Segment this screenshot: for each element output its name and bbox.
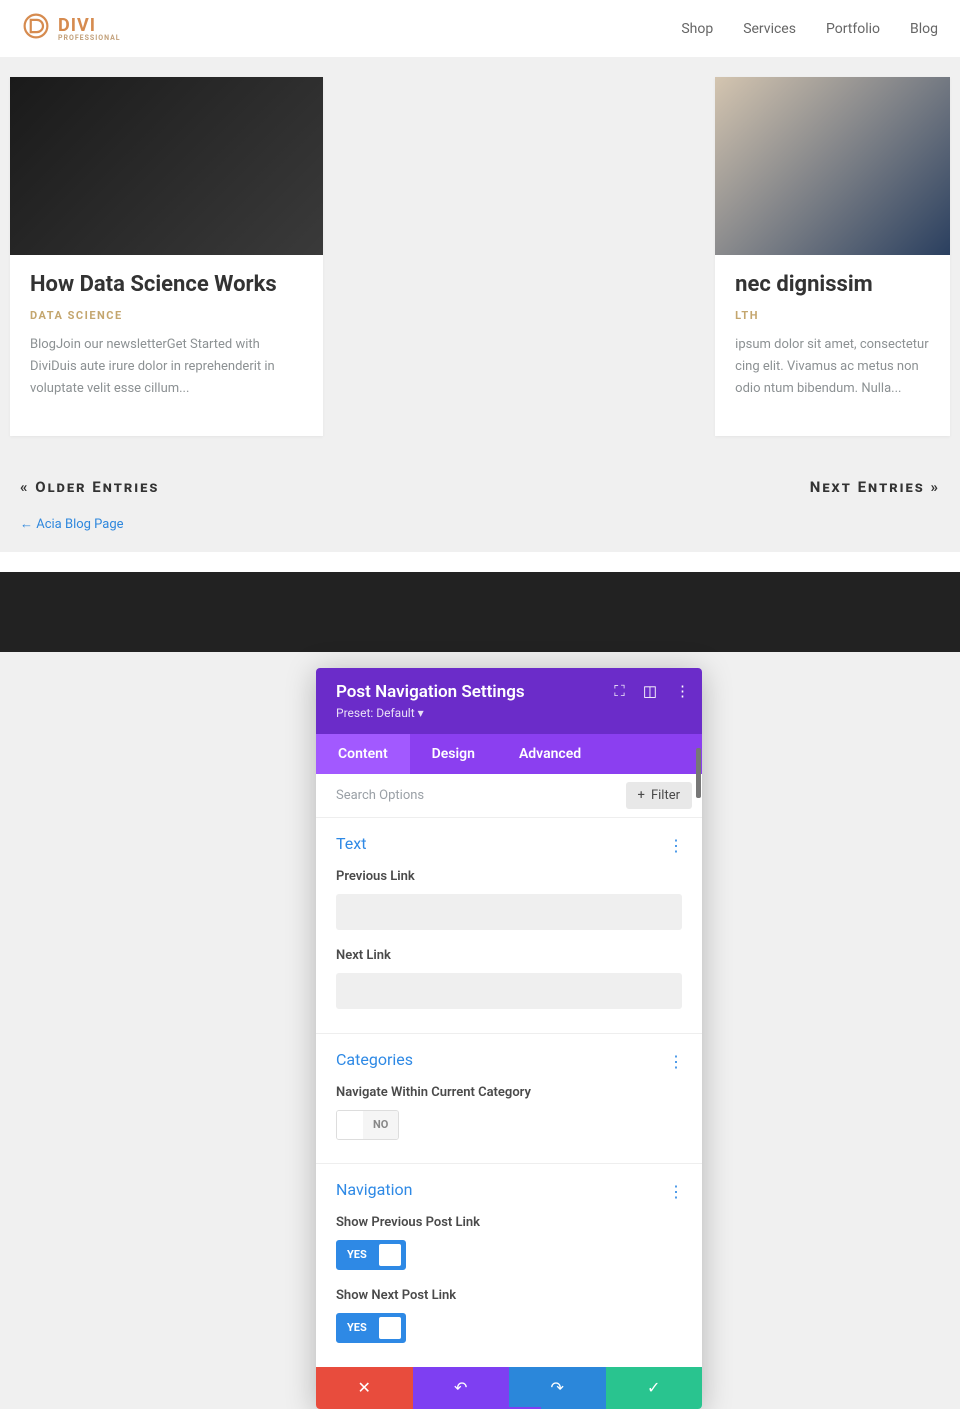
- panel-header[interactable]: Post Navigation Settings Preset: Default…: [316, 668, 702, 734]
- nav-portfolio[interactable]: Portfolio: [826, 21, 880, 37]
- show-previous-toggle[interactable]: YES: [336, 1240, 406, 1270]
- toggle-label: YES: [337, 1241, 375, 1269]
- panel-drag-handle[interactable]: •••: [477, 1407, 541, 1409]
- toggle-knob: [379, 1317, 401, 1339]
- section-text: Text ⋮ Previous Link Next Link: [316, 818, 702, 1034]
- back-link[interactable]: ← Acia Blog Page: [0, 510, 960, 552]
- toggle-label: NO: [363, 1111, 398, 1139]
- blog-grid: How Data Science Works DATA SCIENCE Blog…: [0, 57, 960, 456]
- logo-text: DIVI: [58, 15, 96, 36]
- nav-blog[interactable]: Blog: [910, 21, 938, 37]
- next-link-input[interactable]: [336, 973, 682, 1009]
- next-entries-link[interactable]: Next Entries »: [810, 478, 940, 496]
- section-title[interactable]: Text: [336, 834, 682, 853]
- redo-button[interactable]: ↷: [509, 1367, 606, 1409]
- undo-button[interactable]: ↶: [413, 1367, 510, 1409]
- responsive-icon[interactable]: ◫: [643, 682, 657, 700]
- action-bar: ✕ ↶ ↷ ✓: [316, 1367, 702, 1409]
- nav-services[interactable]: Services: [743, 21, 796, 37]
- blog-card[interactable]: How Data Science Works DATA SCIENCE Blog…: [10, 77, 323, 436]
- field-label: Previous Link: [336, 869, 682, 884]
- search-row: Search Options + Filter: [316, 774, 702, 818]
- tab-content[interactable]: Content: [316, 734, 410, 774]
- panel-preset[interactable]: Preset: Default ▾: [336, 706, 682, 720]
- previous-link-input[interactable]: [336, 894, 682, 930]
- navigate-within-category-toggle[interactable]: NO: [336, 1110, 399, 1140]
- tab-design[interactable]: Design: [410, 734, 497, 774]
- footer: [0, 572, 960, 652]
- card-excerpt: ipsum dolor sit amet, consectetur cing e…: [735, 334, 930, 400]
- kebab-menu-icon[interactable]: ⋮: [675, 682, 690, 700]
- older-entries-link[interactable]: « Older Entries: [20, 478, 159, 496]
- search-input[interactable]: Search Options: [336, 788, 424, 803]
- site-header: DIVI PROFESSIONAL Shop Services Portfoli…: [0, 0, 960, 57]
- card-excerpt: BlogJoin our newsletterGet Started with …: [30, 334, 303, 400]
- check-icon: ✓: [647, 1378, 660, 1397]
- filter-label: Filter: [651, 788, 680, 803]
- nav-shop[interactable]: Shop: [681, 21, 713, 37]
- card-title: How Data Science Works: [30, 271, 303, 299]
- undo-icon: ↶: [454, 1378, 467, 1397]
- field-label: Show Previous Post Link: [336, 1215, 682, 1230]
- field-label: Navigate Within Current Category: [336, 1085, 682, 1100]
- settings-panel: Post Navigation Settings Preset: Default…: [316, 668, 702, 1409]
- section-menu-icon[interactable]: ⋮: [668, 836, 684, 855]
- tab-advanced[interactable]: Advanced: [497, 734, 603, 774]
- toggle-knob: [337, 1111, 363, 1139]
- cancel-button[interactable]: ✕: [316, 1367, 413, 1409]
- close-icon: ✕: [358, 1378, 371, 1397]
- divi-logo-icon: [22, 12, 50, 45]
- filter-button[interactable]: + Filter: [626, 782, 692, 809]
- card-image: [10, 77, 323, 255]
- expand-icon[interactable]: ⛶: [614, 682, 625, 700]
- field-label: Next Link: [336, 948, 682, 963]
- redo-icon: ↷: [551, 1378, 564, 1397]
- toggle-knob: [379, 1244, 401, 1266]
- save-button[interactable]: ✓: [606, 1367, 703, 1409]
- blog-card[interactable]: nec dignissim LTH ipsum dolor sit amet, …: [715, 77, 950, 436]
- section-title[interactable]: Navigation: [336, 1180, 682, 1199]
- show-next-toggle[interactable]: YES: [336, 1313, 406, 1343]
- toggle-label: YES: [337, 1314, 375, 1342]
- logo-subtext: PROFESSIONAL: [58, 34, 121, 42]
- section-title[interactable]: Categories: [336, 1050, 682, 1069]
- pagination: « Older Entries Next Entries »: [0, 456, 960, 510]
- main-nav: Shop Services Portfolio Blog: [681, 21, 938, 37]
- section-menu-icon[interactable]: ⋮: [668, 1052, 684, 1071]
- card-category[interactable]: LTH: [735, 309, 930, 322]
- section-categories: Categories ⋮ Navigate Within Current Cat…: [316, 1034, 702, 1164]
- logo[interactable]: DIVI PROFESSIONAL: [22, 12, 121, 45]
- section-navigation: Navigation ⋮ Show Previous Post Link YES…: [316, 1164, 702, 1367]
- section-menu-icon[interactable]: ⋮: [668, 1182, 684, 1201]
- plus-icon: +: [638, 788, 645, 803]
- field-label: Show Next Post Link: [336, 1288, 682, 1303]
- card-category[interactable]: DATA SCIENCE: [30, 309, 303, 322]
- card-image: [715, 77, 950, 255]
- panel-tabs: Content Design Advanced: [316, 734, 702, 774]
- card-title: nec dignissim: [735, 271, 930, 299]
- scrollbar-thumb[interactable]: [696, 748, 701, 798]
